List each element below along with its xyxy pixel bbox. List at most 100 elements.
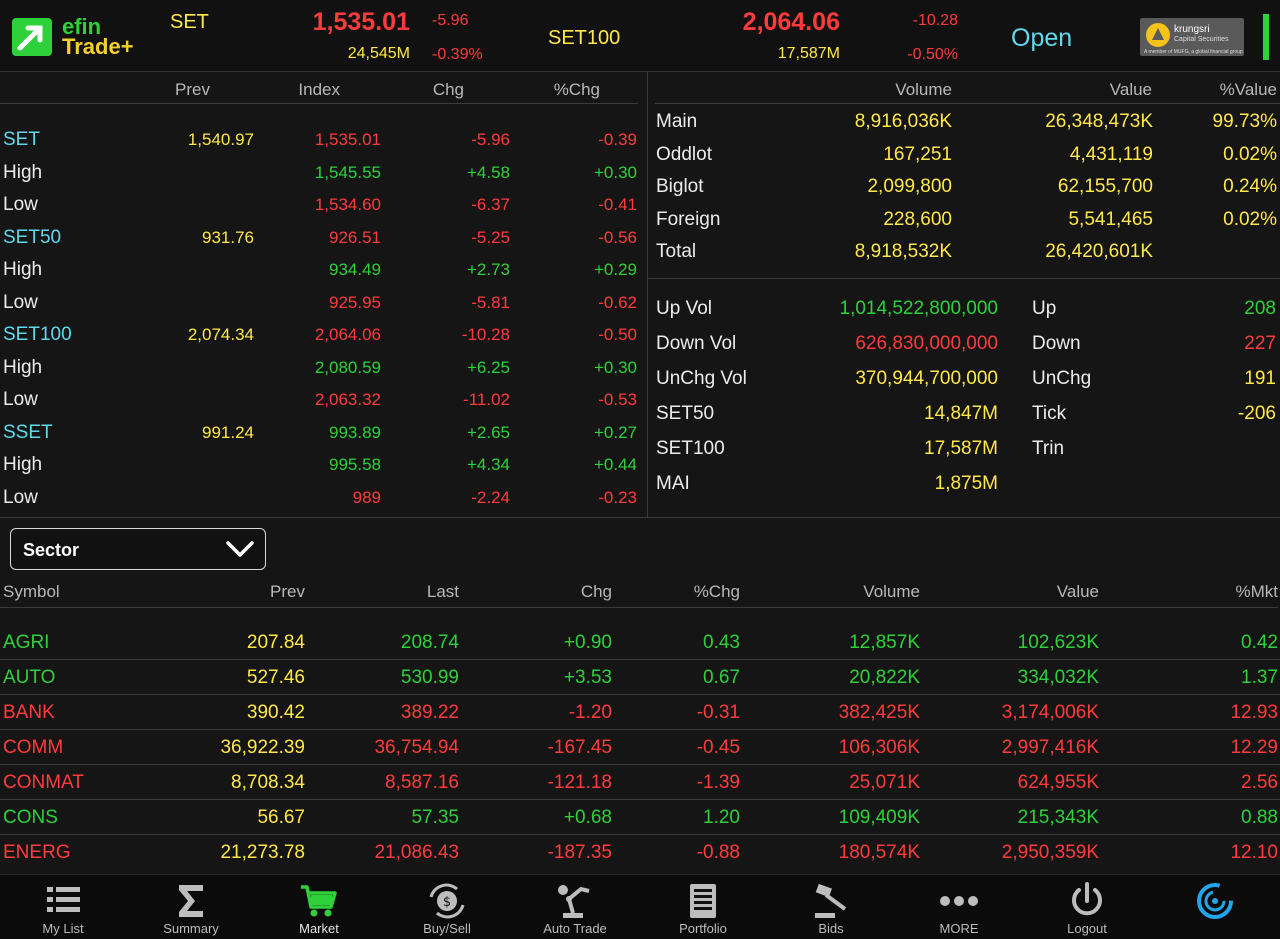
upper-section-divider bbox=[0, 517, 1280, 518]
sector-row[interactable]: AGRI 207.84 208.74 +0.90 0.43 12,857K 102,623K… bbox=[0, 624, 1280, 659]
volume-row-name: Biglot bbox=[656, 176, 704, 197]
set100-index-value: 2,064.06 bbox=[742, 8, 840, 36]
index-row[interactable]: Low 2,063.32 -11.02 -0.53 bbox=[0, 389, 640, 417]
nav-item-more[interactable]: MORE bbox=[895, 875, 1023, 939]
index-row-name: High bbox=[3, 259, 43, 280]
index-row[interactable]: High 1,545.55 +4.58 +0.30 bbox=[0, 162, 640, 190]
nav-item-auto-trade[interactable]: Auto Trade bbox=[511, 875, 639, 939]
volume-row-name: Foreign bbox=[656, 209, 721, 230]
index-row-pctchg: -0.53 bbox=[598, 390, 637, 409]
sector-cell-value: 334,032K bbox=[1017, 667, 1099, 688]
index-row[interactable]: SET50 931.76 926.51 -5.25 -0.56 bbox=[0, 227, 640, 255]
nav-label: MORE bbox=[939, 921, 979, 936]
volume-row-value: 26,420,601K bbox=[1045, 241, 1153, 262]
sector-cell-value: 2,950,359K bbox=[1001, 842, 1099, 863]
sector-dropdown[interactable]: Sector bbox=[10, 528, 266, 570]
index-row[interactable]: High 934.49 +2.73 +0.29 bbox=[0, 259, 640, 287]
broker-footnote: A member of MUFG, a global financial gro… bbox=[1144, 49, 1243, 55]
sector-cell-symbol: COMM bbox=[3, 737, 64, 758]
top-ticker-bar: efin Trade+ SET 1,535.01 -5.96 24,545M -… bbox=[0, 0, 1280, 72]
breadth-right-label: Tick bbox=[1032, 403, 1067, 424]
breadth-right-value: -206 bbox=[1237, 403, 1276, 424]
index-row[interactable]: SET100 2,074.34 2,064.06 -10.28 -0.50 bbox=[0, 324, 640, 352]
volume-row-value: 4,431,119 bbox=[1069, 144, 1153, 165]
nav-item-buy-sell[interactable]: $ Buy/Sell bbox=[383, 875, 511, 939]
index-row-index: 2,080.59 bbox=[314, 358, 381, 377]
sigma-icon bbox=[179, 885, 203, 917]
sector-row[interactable]: AUTO 527.46 530.99 +3.53 0.67 20,822K 334,032K… bbox=[0, 659, 1280, 694]
nav-item-bids[interactable]: Bids bbox=[767, 875, 895, 939]
index-row[interactable]: Low 989 -2.24 -0.23 bbox=[0, 487, 640, 515]
index-row-chg: -5.81 bbox=[471, 293, 510, 312]
index-row-index: 1,535.01 bbox=[314, 130, 381, 149]
sector-cell-last: 8,587.16 bbox=[385, 772, 459, 793]
index-row-name: SET bbox=[3, 129, 40, 150]
sector-cell-symbol: CONMAT bbox=[3, 772, 84, 793]
index-row-name: High bbox=[3, 162, 43, 183]
index-row[interactable]: Low 1,534.60 -6.37 -0.41 bbox=[0, 194, 640, 222]
index-row-name: SSET bbox=[3, 422, 53, 443]
nav-item-refresh[interactable] bbox=[1151, 875, 1279, 939]
nav-item-summary[interactable]: Summary bbox=[127, 875, 255, 939]
index-row[interactable]: SSET 991.24 993.89 +2.65 +0.27 bbox=[0, 422, 640, 450]
exchange-icon: $ bbox=[429, 883, 465, 919]
index-row-chg: -6.37 bbox=[471, 195, 510, 214]
logo-arrow-icon bbox=[12, 18, 52, 56]
broker-subtitle: Capital Securities bbox=[1174, 36, 1229, 43]
sector-col-volume: Volume bbox=[863, 582, 920, 601]
set100-label: SET100 bbox=[548, 27, 621, 49]
index-row-pctchg: -0.62 bbox=[598, 293, 637, 312]
sector-cell-pctmkt: 0.88 bbox=[1241, 807, 1278, 828]
set-index-value: 1,535.01 bbox=[312, 8, 410, 36]
index-row-name: Low bbox=[3, 487, 38, 508]
index-row-name: SET50 bbox=[3, 227, 62, 248]
index-row[interactable]: SET 1,540.97 1,535.01 -5.96 -0.39 bbox=[0, 129, 640, 157]
sector-cell-symbol: AGRI bbox=[3, 632, 50, 653]
volume-row: Foreign 228,600 5,541,465 0.02% bbox=[648, 209, 1280, 237]
sector-row[interactable]: ENERG 21,273.78 21,086.43 -187.35 -0.88 180,5… bbox=[0, 834, 1280, 869]
nav-label: Logout bbox=[1067, 921, 1107, 936]
volume-col-value: Value bbox=[1109, 80, 1152, 99]
nav-item-portfolio[interactable]: Portfolio bbox=[639, 875, 767, 939]
sector-cell-pctmkt: 2.56 bbox=[1241, 772, 1278, 793]
nav-item-my-list[interactable]: My List bbox=[0, 875, 127, 939]
volume-row: Main 8,916,036K 26,348,473K 99.73% bbox=[648, 111, 1280, 139]
index-row-name: Low bbox=[3, 194, 38, 215]
sector-row[interactable]: BANK 390.42 389.22 -1.20 -0.31 382,425K 3,174,… bbox=[0, 694, 1280, 729]
breadth-left-label: Down Vol bbox=[656, 333, 737, 354]
sector-cell-chg: -167.45 bbox=[547, 737, 612, 758]
index-row[interactable]: High 995.58 +4.34 +0.44 bbox=[0, 454, 640, 482]
sector-col-chg: Chg bbox=[580, 582, 612, 601]
index-row[interactable]: High 2,080.59 +6.25 +0.30 bbox=[0, 357, 640, 385]
volume-header-underline bbox=[655, 103, 1280, 104]
logo-text-trade: Trade+ bbox=[62, 34, 134, 59]
sector-cell-pctmkt: 0.42 bbox=[1241, 632, 1278, 653]
volume-row-volume: 2,099,800 bbox=[867, 176, 952, 197]
nav-item-market[interactable]: Market bbox=[255, 875, 383, 939]
sector-row[interactable]: COMM 36,922.39 36,754.94 -167.45 -0.45 106,30… bbox=[0, 729, 1280, 764]
set-volume: 24,545M bbox=[347, 45, 410, 62]
sector-row[interactable]: CONMAT 8,708.34 8,587.16 -121.18 -1.39 25,071… bbox=[0, 764, 1280, 799]
volume-row-volume: 8,918,532K bbox=[854, 241, 952, 262]
breadth-right-label: UnChg bbox=[1032, 368, 1092, 389]
sector-cell-pctmkt: 12.10 bbox=[1230, 842, 1278, 863]
sector-cell-prev: 21,273.78 bbox=[220, 842, 305, 863]
volume-row: Oddlot 167,251 4,431,119 0.02% bbox=[648, 144, 1280, 172]
volume-row-volume: 167,251 bbox=[883, 144, 952, 165]
sector-cell-prev: 56.67 bbox=[257, 807, 305, 828]
index-row-name: High bbox=[3, 454, 43, 475]
nav-item-logout[interactable]: Logout bbox=[1023, 875, 1151, 939]
sector-cell-volume: 180,574K bbox=[838, 842, 920, 863]
index-row-index: 2,064.06 bbox=[314, 325, 381, 344]
nav-label: Buy/Sell bbox=[423, 921, 471, 936]
breadth-left-label: SET50 bbox=[656, 403, 715, 424]
sector-row[interactable]: CONS 56.67 57.35 +0.68 1.20 109,409K 215,343K 0… bbox=[0, 799, 1280, 834]
index-row-chg: +6.25 bbox=[466, 358, 510, 377]
volume-col-volume: Volume bbox=[895, 80, 952, 99]
index-row[interactable]: Low 925.95 -5.81 -0.62 bbox=[0, 292, 640, 320]
index-row-index: 1,545.55 bbox=[314, 163, 381, 182]
sector-cell-volume: 20,822K bbox=[849, 667, 920, 688]
volume-row: Total 8,918,532K 26,420,601K bbox=[648, 241, 1280, 269]
index-row-prev: 991.24 bbox=[202, 423, 254, 442]
robot-arm-icon bbox=[558, 885, 590, 918]
